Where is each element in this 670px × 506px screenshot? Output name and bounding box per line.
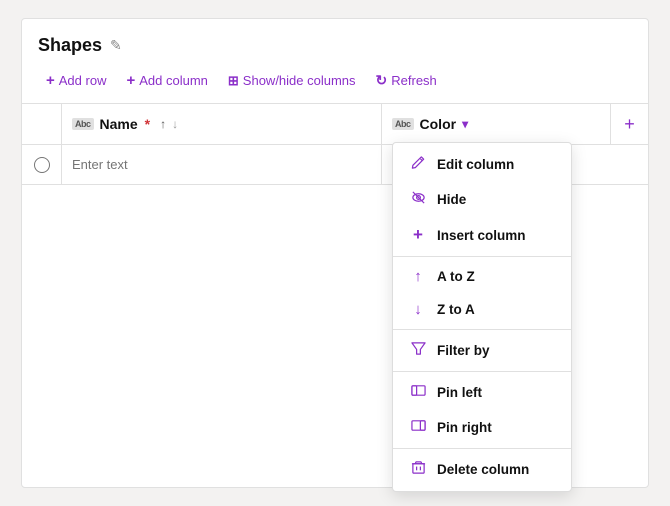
menu-item-filter-by[interactable]: Filter by [393,333,571,368]
column-dropdown-menu: Edit column Hide + [392,142,572,492]
menu-label-edit-column: Edit column [437,157,514,172]
add-column-button[interactable]: + Add column [118,68,215,93]
refresh-button[interactable]: ↻ Refresh [368,68,445,93]
pencil-icon [409,155,427,174]
color-column-label: Color [420,116,457,132]
grid-container: Abc Name * ↑ ↓ Abc Color ▾ [22,104,648,185]
arrow-up-icon: ↑ [409,268,427,285]
add-row-label: Add row [59,73,107,88]
sort-asc-icon[interactable]: ↑ [160,117,166,131]
insert-column-icon: + [409,225,427,245]
refresh-label: Refresh [391,73,437,88]
menu-item-insert-column[interactable]: + Insert column [393,217,571,253]
name-type-icon: Abc [72,118,94,130]
plus-icon-2: + [126,72,135,89]
row-name-cell [62,145,382,184]
menu-label-pin-left: Pin left [437,385,482,400]
trash-icon [409,460,427,479]
name-column-header: Abc Name * ↑ ↓ [62,104,382,144]
divider-3 [393,371,571,372]
sort-desc-icon[interactable]: ↓ [172,117,178,131]
menu-item-z-to-a[interactable]: ↓ Z to A [393,293,571,326]
divider-1 [393,256,571,257]
menu-label-a-to-z: A to Z [437,269,475,284]
panel-title: Shapes [38,35,102,56]
menu-label-filter-by: Filter by [437,343,490,358]
menu-label-pin-right: Pin right [437,420,492,435]
color-column-header: Abc Color ▾ Edit column [382,104,610,144]
color-type-icon: Abc [392,118,414,130]
add-column-label: Add column [139,73,208,88]
header-checkbox-cell [22,104,62,144]
toolbar: + Add row + Add column ⊞ Show/hide colum… [22,68,648,104]
menu-item-pin-left[interactable]: Pin left [393,375,571,410]
panel-header: Shapes ✎ [22,35,648,68]
filter-icon [409,341,427,360]
menu-label-z-to-a: Z to A [437,302,475,317]
add-column-plus-button[interactable]: + [610,104,648,144]
divider-4 [393,448,571,449]
pin-left-icon [409,383,427,402]
pin-right-icon [409,418,427,437]
divider-2 [393,329,571,330]
menu-item-hide[interactable]: Hide [393,182,571,217]
add-row-button[interactable]: + Add row [38,68,114,93]
arrow-down-icon: ↓ [409,301,427,318]
show-hide-button[interactable]: ⊞ Show/hide columns [220,69,364,93]
menu-label-delete-column: Delete column [437,462,529,477]
grid-header: Abc Name * ↑ ↓ Abc Color ▾ [22,104,648,145]
menu-item-pin-right[interactable]: Pin right [393,410,571,445]
menu-item-delete-column[interactable]: Delete column [393,452,571,487]
show-hide-label: Show/hide columns [243,73,356,88]
menu-label-hide: Hide [437,192,466,207]
columns-icon: ⊞ [228,73,239,89]
eye-off-icon [409,190,427,209]
edit-title-icon[interactable]: ✎ [110,37,122,54]
plus-icon: + [46,72,55,89]
name-input[interactable] [72,157,371,172]
color-column-chevron[interactable]: ▾ [462,117,468,131]
row-radio-input[interactable] [34,157,50,173]
refresh-icon: ↻ [376,72,388,89]
name-column-label: Name [100,116,138,132]
menu-item-a-to-z[interactable]: ↑ A to Z [393,260,571,293]
required-star: * [145,116,150,132]
menu-item-edit-column[interactable]: Edit column [393,147,571,182]
shapes-panel: Shapes ✎ + Add row + Add column ⊞ Show/h… [21,18,649,488]
row-radio-cell [22,145,62,184]
menu-label-insert-column: Insert column [437,228,526,243]
